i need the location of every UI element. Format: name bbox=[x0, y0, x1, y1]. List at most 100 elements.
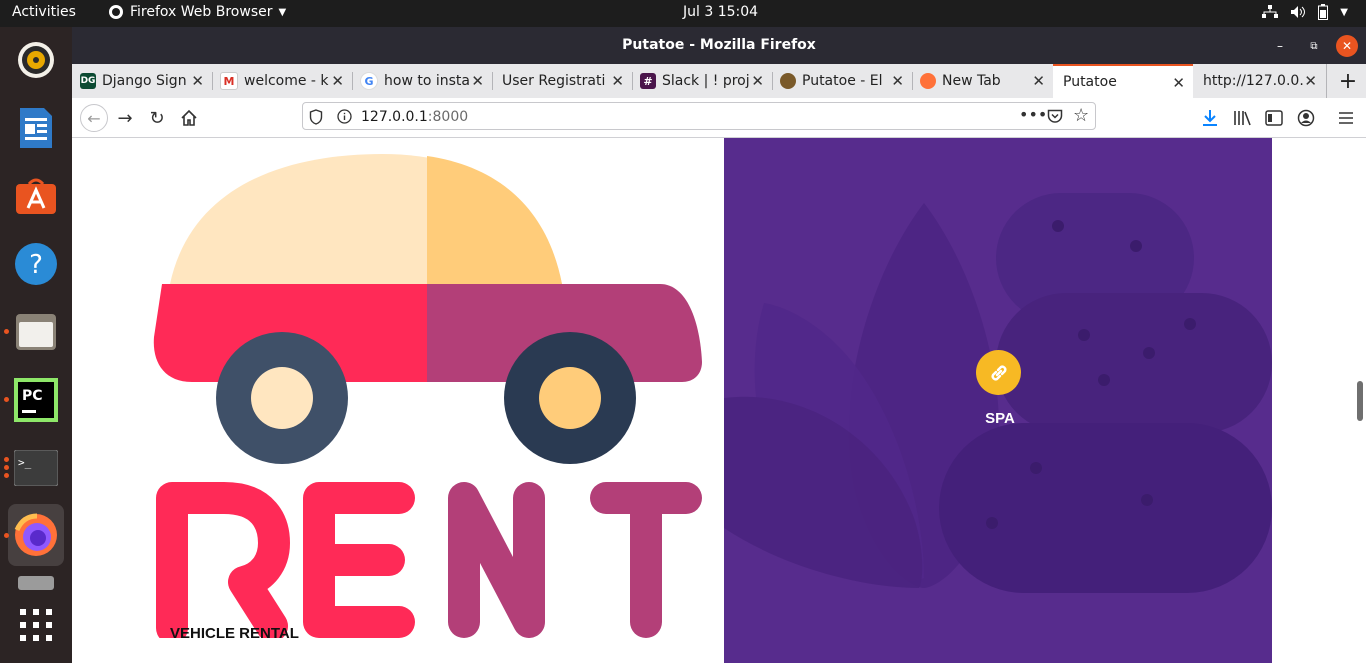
spa-background-illustration bbox=[724, 193, 1272, 593]
gmail-favicon: M bbox=[220, 72, 238, 90]
tab[interactable]: http://127.0.0. ✕ bbox=[1193, 64, 1325, 98]
library-button[interactable] bbox=[1230, 106, 1254, 130]
tab-label: New Tab bbox=[942, 73, 1001, 89]
plus-icon: + bbox=[1338, 68, 1358, 94]
url-port: :8000 bbox=[427, 109, 469, 125]
pycharm-launcher[interactable]: PC bbox=[8, 372, 64, 428]
running-indicator bbox=[4, 457, 9, 462]
pocket-icon[interactable] bbox=[1047, 109, 1063, 124]
close-tab-icon[interactable]: ✕ bbox=[751, 72, 764, 90]
window-title: Putatoe - Mozilla Firefox bbox=[622, 37, 816, 53]
app-menu[interactable]: Firefox Web Browser ▼ bbox=[108, 4, 286, 20]
reload-button[interactable]: ↻ bbox=[145, 106, 169, 130]
google-favicon: G bbox=[360, 72, 378, 90]
svg-text:?: ? bbox=[29, 250, 43, 280]
bookmark-star-icon[interactable]: ☆ bbox=[1073, 105, 1089, 126]
close-tab-icon[interactable]: ✕ bbox=[611, 72, 624, 90]
django-favicon: DG bbox=[80, 73, 96, 89]
tab[interactable]: User Registrati ✕ bbox=[492, 64, 632, 98]
running-indicator bbox=[4, 329, 9, 334]
volume-icon bbox=[1291, 6, 1306, 18]
minimize-button[interactable]: – bbox=[1269, 35, 1291, 57]
close-tab-icon[interactable]: ✕ bbox=[331, 72, 344, 90]
sidebar-button[interactable] bbox=[1262, 106, 1286, 130]
close-tab-icon[interactable]: ✕ bbox=[471, 72, 484, 90]
close-icon: ✕ bbox=[1341, 39, 1353, 53]
tab[interactable]: # Slack | ! proj ✕ bbox=[632, 64, 772, 98]
link-icon[interactable] bbox=[976, 350, 1021, 395]
new-tab-button[interactable]: + bbox=[1334, 64, 1362, 98]
menu-button[interactable] bbox=[1334, 106, 1358, 130]
page-actions-icon[interactable]: ••• bbox=[1019, 105, 1047, 124]
battery-icon bbox=[1318, 4, 1329, 20]
sidebar-icon bbox=[1265, 110, 1283, 126]
reload-icon: ↻ bbox=[149, 107, 165, 129]
tab-active[interactable]: Putatoe ✕ bbox=[1053, 64, 1193, 98]
tab-label: welcome - k bbox=[244, 73, 329, 89]
car-illustration-icon bbox=[153, 154, 702, 464]
drive-icon bbox=[18, 576, 54, 590]
speaker-icon bbox=[18, 42, 54, 78]
putatoe-favicon bbox=[780, 73, 796, 89]
terminal-launcher[interactable]: >_ bbox=[8, 440, 64, 496]
url-host: 127.0.0.1 bbox=[361, 109, 428, 125]
home-button[interactable] bbox=[177, 106, 201, 130]
gnome-top-bar: Activities Firefox Web Browser ▼ Jul 3 1… bbox=[0, 0, 1366, 27]
window-titlebar[interactable]: Putatoe - Mozilla Firefox – ⧉ ✕ bbox=[72, 27, 1366, 64]
tab[interactable]: Putatoe - El ✕ bbox=[772, 64, 912, 98]
rhythmbox-launcher[interactable] bbox=[8, 32, 64, 88]
scrollbar-thumb[interactable] bbox=[1357, 381, 1363, 421]
tab-label: how to insta bbox=[384, 73, 470, 89]
account-button[interactable] bbox=[1294, 106, 1318, 130]
url-text[interactable]: 127.0.0.1:8000 bbox=[361, 109, 468, 125]
shield-icon bbox=[309, 109, 323, 125]
tab[interactable]: DG Django Sign ✕ bbox=[72, 64, 212, 98]
terminal-icon: >_ bbox=[14, 450, 58, 486]
library-icon bbox=[1234, 111, 1251, 126]
maximize-button[interactable]: ⧉ bbox=[1303, 35, 1325, 57]
chevron-down-icon: ▼ bbox=[278, 6, 287, 18]
svg-text:PC: PC bbox=[22, 388, 43, 404]
tab[interactable]: New Tab ✕ bbox=[912, 64, 1053, 98]
downloads-button[interactable] bbox=[1198, 106, 1222, 130]
url-bar[interactable]: 127.0.0.1:8000 ••• ☆ bbox=[302, 102, 1096, 130]
close-window-button[interactable]: ✕ bbox=[1336, 35, 1358, 57]
close-tab-icon[interactable]: ✕ bbox=[191, 72, 204, 90]
network-icon bbox=[1262, 5, 1279, 18]
show-apps-button[interactable] bbox=[8, 597, 64, 653]
rent-lettering bbox=[156, 482, 702, 638]
vehicle-rental-card[interactable]: VEHICLE RENTAL bbox=[72, 138, 724, 663]
files-launcher[interactable] bbox=[8, 304, 64, 360]
tab-label: Django Sign bbox=[102, 73, 187, 89]
running-indicator bbox=[4, 533, 9, 538]
help-launcher[interactable]: ? bbox=[8, 236, 64, 292]
activities-button[interactable]: Activities bbox=[12, 4, 76, 20]
back-button[interactable]: ← bbox=[80, 104, 108, 132]
show-apps-icon bbox=[20, 609, 52, 641]
hamburger-icon bbox=[1339, 112, 1353, 124]
svg-text:>_: >_ bbox=[18, 456, 32, 469]
close-tab-icon[interactable]: ✕ bbox=[1172, 74, 1185, 92]
firefox-launcher[interactable] bbox=[8, 504, 64, 566]
app-menu-label: Firefox Web Browser bbox=[130, 4, 273, 20]
clock[interactable]: Jul 3 15:04 bbox=[683, 4, 758, 20]
arrow-right-icon: → bbox=[117, 107, 133, 129]
close-tab-icon[interactable]: ✕ bbox=[891, 72, 904, 90]
tab-bar: DG Django Sign ✕ M welcome - k ✕ G how t… bbox=[72, 64, 1366, 98]
tab[interactable]: G how to insta ✕ bbox=[352, 64, 492, 98]
tab-label: Putatoe - El bbox=[802, 73, 883, 89]
spa-card[interactable]: SPA bbox=[724, 138, 1272, 663]
tab[interactable]: M welcome - k ✕ bbox=[212, 64, 352, 98]
software-store-launcher[interactable] bbox=[8, 168, 64, 224]
firefox-favicon bbox=[920, 73, 936, 89]
page-content: VEHICLE RENTAL SPA bbox=[72, 138, 1366, 663]
close-tab-icon[interactable]: ✕ bbox=[1032, 72, 1045, 90]
trash-launcher[interactable] bbox=[8, 572, 64, 592]
spa-label: SPA bbox=[985, 410, 1015, 427]
pycharm-icon: PC bbox=[14, 378, 58, 422]
close-tab-icon[interactable]: ✕ bbox=[1304, 72, 1317, 90]
system-tray[interactable]: ▼ bbox=[1262, 4, 1348, 20]
text-editor-launcher[interactable] bbox=[8, 100, 64, 156]
maximize-icon: ⧉ bbox=[1310, 40, 1318, 52]
forward-button[interactable]: → bbox=[113, 106, 137, 130]
